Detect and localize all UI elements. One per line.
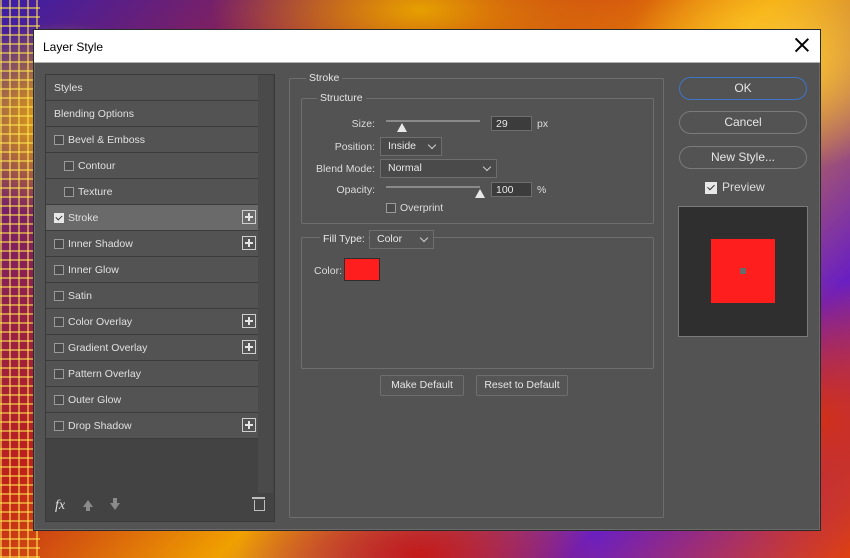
styles-list-item-label: Stroke bbox=[68, 212, 99, 224]
styles-list-item[interactable]: Gradient Overlay bbox=[46, 335, 258, 361]
style-checkbox[interactable] bbox=[64, 161, 74, 171]
styles-list-item-label: Gradient Overlay bbox=[68, 342, 148, 354]
fill-type-dropdown[interactable]: Color bbox=[369, 230, 434, 249]
stroke-group: Stroke Structure Size: 29 px Position: I… bbox=[289, 72, 664, 518]
chevron-down-icon bbox=[427, 140, 437, 150]
reset-to-default-button[interactable]: Reset to Default bbox=[476, 375, 568, 396]
size-slider-thumb[interactable] bbox=[396, 123, 407, 132]
trash-icon[interactable] bbox=[252, 497, 265, 511]
styles-list-item[interactable]: Satin bbox=[46, 283, 258, 309]
fill-type-group: Fill Type: Color Color: bbox=[301, 230, 654, 369]
opacity-slider-thumb[interactable] bbox=[475, 189, 485, 198]
styles-list-item[interactable]: Stroke bbox=[46, 205, 258, 231]
add-effect-icon[interactable] bbox=[242, 314, 256, 328]
style-checkbox[interactable] bbox=[54, 317, 64, 327]
blend-mode-dropdown[interactable]: Normal bbox=[380, 159, 497, 178]
styles-list-item[interactable]: Inner Shadow bbox=[46, 231, 258, 257]
make-default-button[interactable]: Make Default bbox=[380, 375, 464, 396]
add-effect-icon[interactable] bbox=[242, 210, 256, 224]
add-effect-icon[interactable] bbox=[242, 236, 256, 250]
blend-mode-label: Blend Mode: bbox=[316, 163, 375, 175]
styles-list-panel: Styles Blending Options Bevel & Emboss Cont… bbox=[45, 74, 275, 522]
size-slider[interactable] bbox=[386, 120, 480, 122]
structure-group: Structure Size: 29 px Position: Inside B… bbox=[301, 92, 654, 224]
preview-checkbox[interactable] bbox=[705, 182, 717, 194]
position-dropdown[interactable]: Inside bbox=[380, 137, 442, 156]
style-checkbox[interactable] bbox=[54, 291, 64, 301]
styles-list-item[interactable]: Color Overlay bbox=[46, 309, 258, 335]
styles-list-item[interactable]: Inner Glow bbox=[46, 257, 258, 283]
styles-list-item-label: Inner Glow bbox=[68, 264, 119, 276]
move-down-icon[interactable] bbox=[110, 498, 120, 510]
add-effect-icon[interactable] bbox=[242, 340, 256, 354]
style-checkbox[interactable] bbox=[54, 239, 64, 249]
size-unit: px bbox=[537, 118, 549, 130]
move-up-icon[interactable] bbox=[83, 500, 93, 511]
new-style-button[interactable]: New Style... bbox=[679, 146, 807, 169]
styles-list-footer: fx bbox=[46, 493, 274, 521]
styles-list-item[interactable]: Contour bbox=[46, 153, 258, 179]
style-checkbox[interactable] bbox=[54, 213, 64, 223]
styles-list-item-label: Bevel & Emboss bbox=[68, 134, 146, 146]
style-checkbox[interactable] bbox=[54, 421, 64, 431]
blend-mode-value: Normal bbox=[388, 162, 422, 174]
styles-list-item[interactable]: Styles bbox=[46, 75, 258, 101]
overprint-checkbox[interactable] bbox=[386, 203, 396, 213]
styles-list-item[interactable]: Blending Options bbox=[46, 101, 258, 127]
stroke-group-title: Stroke bbox=[306, 72, 343, 84]
styles-list-item-label: Inner Shadow bbox=[68, 238, 133, 250]
opacity-input[interactable]: 100 bbox=[491, 182, 532, 197]
styles-list-scrollbar[interactable] bbox=[258, 75, 273, 493]
style-preview bbox=[678, 206, 808, 337]
styles-list-item[interactable]: Texture bbox=[46, 179, 258, 205]
fill-type-value: Color bbox=[377, 233, 403, 245]
ok-button[interactable]: OK bbox=[679, 77, 807, 100]
color-label: Color: bbox=[314, 265, 343, 277]
structure-group-title: Structure bbox=[317, 92, 366, 104]
opacity-slider[interactable] bbox=[386, 186, 480, 188]
style-checkbox[interactable] bbox=[54, 369, 64, 379]
styles-list-item-label: Color Overlay bbox=[68, 316, 133, 328]
styles-list-item-label: Pattern Overlay bbox=[68, 368, 141, 380]
style-checkbox[interactable] bbox=[54, 265, 64, 275]
styles-list-item-label: Contour bbox=[78, 160, 116, 172]
styles-list-item-label: Texture bbox=[78, 186, 113, 198]
opacity-label: Opacity: bbox=[336, 184, 375, 196]
style-checkbox[interactable] bbox=[54, 395, 64, 405]
styles-list-item[interactable]: Bevel & Emboss bbox=[46, 127, 258, 153]
add-effect-icon[interactable] bbox=[242, 418, 256, 432]
position-label: Position: bbox=[334, 141, 375, 153]
position-value: Inside bbox=[388, 140, 417, 152]
overprint-label: Overprint bbox=[400, 202, 444, 214]
preview-label: Preview bbox=[722, 180, 765, 194]
styles-list-item[interactable]: Drop Shadow bbox=[46, 413, 258, 439]
styles-list-item-label: Outer Glow bbox=[68, 394, 122, 406]
close-icon[interactable] bbox=[794, 37, 810, 53]
fill-type-label: Fill Type: bbox=[320, 233, 368, 245]
stroke-color-swatch[interactable] bbox=[344, 258, 380, 281]
styles-list-item[interactable]: Outer Glow bbox=[46, 387, 258, 413]
chevron-down-icon bbox=[419, 233, 429, 243]
style-checkbox[interactable] bbox=[64, 187, 74, 197]
style-checkbox[interactable] bbox=[54, 135, 64, 145]
chevron-down-icon bbox=[482, 162, 492, 172]
styles-list-item-label: Satin bbox=[68, 290, 92, 302]
title-bar: Layer Style bbox=[34, 30, 820, 63]
styles-list-item-label: Blending Options bbox=[54, 108, 134, 120]
styles-list: Styles Blending Options Bevel & Emboss Cont… bbox=[46, 75, 258, 439]
style-checkbox[interactable] bbox=[54, 343, 64, 353]
fx-icon[interactable]: fx bbox=[55, 498, 65, 514]
cancel-button[interactable]: Cancel bbox=[679, 111, 807, 134]
size-label: Size: bbox=[351, 118, 375, 130]
size-input[interactable]: 29 bbox=[491, 116, 532, 131]
preview-center-dot bbox=[740, 268, 746, 274]
window-title: Layer Style bbox=[43, 40, 104, 54]
opacity-unit: % bbox=[537, 184, 547, 196]
layer-style-dialog: Layer Style Styles Blending Options Bevel … bbox=[33, 29, 821, 531]
styles-list-item[interactable]: Pattern Overlay bbox=[46, 361, 258, 387]
styles-list-item-label: Styles bbox=[54, 82, 83, 94]
styles-list-item-label: Drop Shadow bbox=[68, 420, 132, 432]
preview-swatch bbox=[711, 239, 775, 303]
